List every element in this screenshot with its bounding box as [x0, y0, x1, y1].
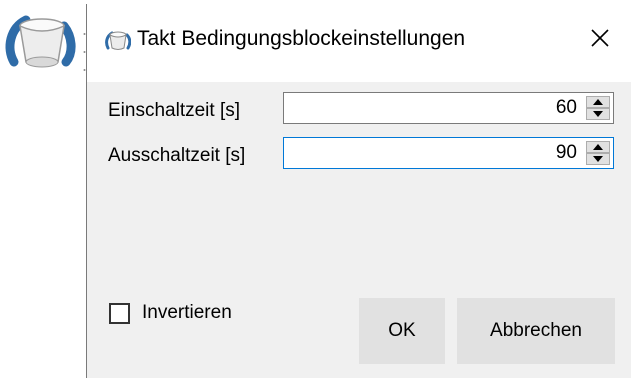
- on-time-label: Einschaltzeit [s]: [108, 100, 240, 121]
- close-icon: [590, 28, 610, 53]
- window-title: Takt Bedingungsblockeinstellungen: [137, 27, 466, 50]
- settings-dialog: Takt Bedingungsblockeinstellungen Einsch…: [86, 4, 631, 378]
- off-time-spin-arrows: [586, 141, 610, 165]
- screen: Takt Bedingungsblockeinstellungen Einsch…: [0, 0, 631, 378]
- app-cup-icon: [105, 30, 132, 52]
- off-time-decrement-button[interactable]: [586, 153, 610, 165]
- on-time-decrement-button[interactable]: [586, 108, 610, 120]
- off-time-label: Ausschaltzeit [s]: [108, 145, 246, 166]
- invert-checkbox[interactable]: [109, 302, 130, 324]
- on-time-value[interactable]: 60: [556, 97, 577, 119]
- invert-label[interactable]: Invertieren: [142, 302, 232, 324]
- cancel-button[interactable]: Abbrechen: [457, 298, 615, 364]
- background-app-icon: [4, 12, 76, 74]
- arrow-down-icon: [593, 156, 603, 162]
- off-time-value[interactable]: 90: [556, 142, 577, 164]
- off-time-increment-button[interactable]: [586, 141, 610, 153]
- on-time-spinbox[interactable]: 60: [283, 92, 614, 124]
- arrow-up-icon: [593, 99, 603, 105]
- on-time-spin-arrows: [586, 96, 610, 120]
- ok-button[interactable]: OK: [359, 298, 445, 364]
- invert-checkbox-row[interactable]: Invertieren: [109, 300, 232, 326]
- close-button[interactable]: [569, 4, 631, 76]
- off-time-spinbox[interactable]: 90: [283, 137, 614, 169]
- arrow-up-icon: [593, 144, 603, 150]
- on-time-increment-button[interactable]: [586, 96, 610, 108]
- title-bar[interactable]: Takt Bedingungsblockeinstellungen: [87, 4, 631, 82]
- arrow-down-icon: [593, 111, 603, 117]
